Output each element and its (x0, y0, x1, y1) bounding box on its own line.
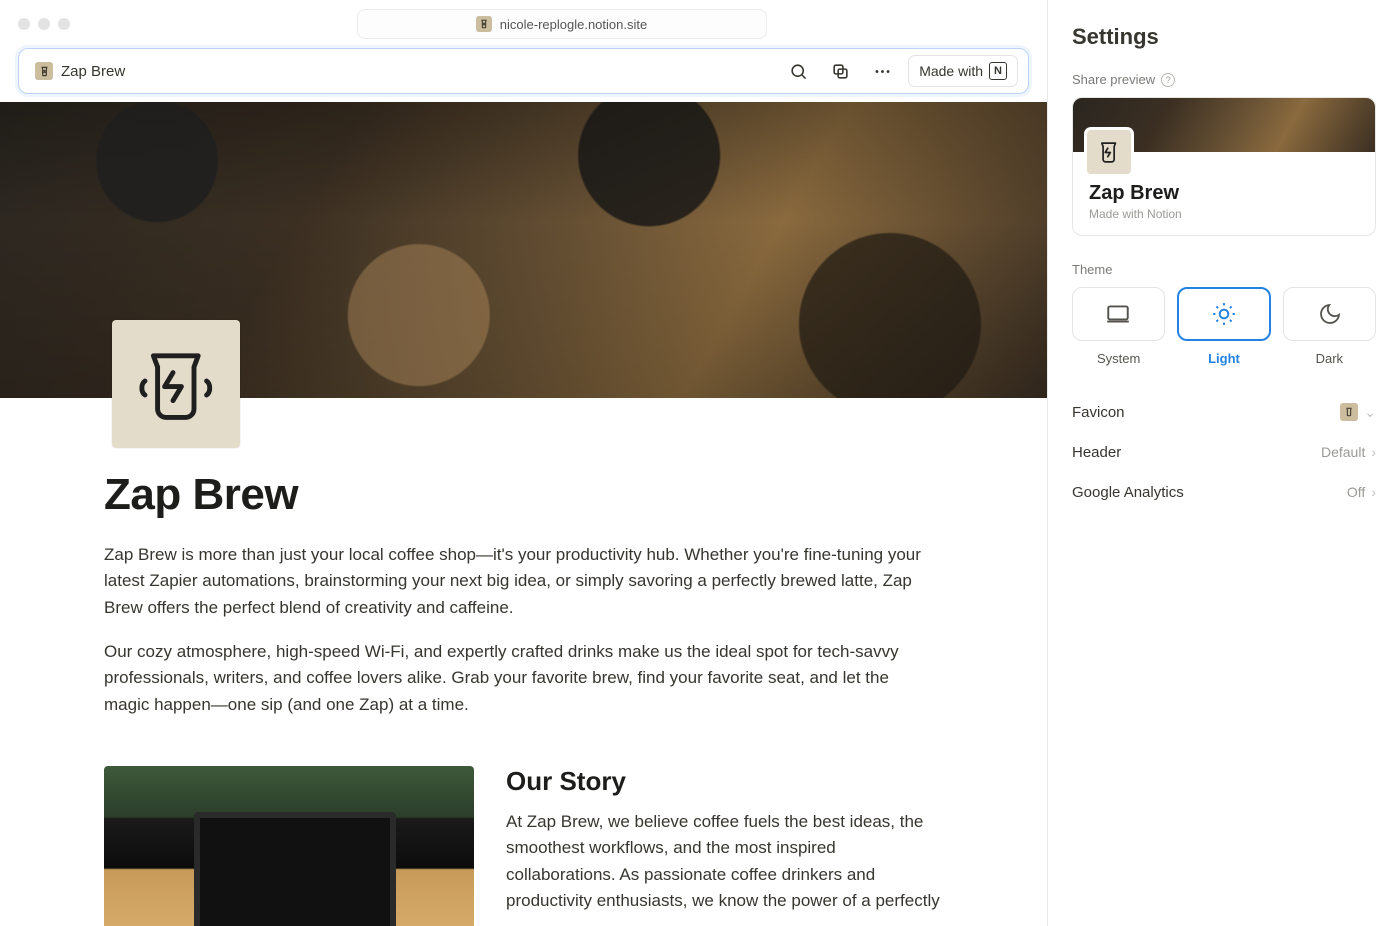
made-with-notion-button[interactable]: Made with N (908, 55, 1018, 87)
chevron-right-icon: › (1371, 444, 1376, 460)
theme-label-dark: Dark (1283, 351, 1376, 366)
preview-subtitle: Made with Notion (1089, 207, 1359, 221)
page-scroll[interactable]: Zap Brew Zap Brew is more than just your… (0, 102, 1047, 926)
more-icon[interactable] (866, 55, 898, 87)
settings-row-label: Header (1072, 444, 1121, 461)
address-bar[interactable]: nicole-replogle.notion.site (357, 9, 767, 39)
page-toolbar: Zap Brew Made with N (18, 48, 1029, 94)
address-text: nicole-replogle.notion.site (500, 17, 647, 32)
story-image (104, 766, 474, 926)
minimize-window-icon[interactable] (38, 18, 50, 30)
search-icon[interactable] (782, 55, 814, 87)
settings-row-google-analytics[interactable]: Google Analytics Off › (1072, 472, 1376, 512)
settings-row-value: Default (1321, 444, 1365, 460)
theme-option-light[interactable] (1177, 287, 1272, 341)
site-favicon-icon (476, 16, 492, 32)
story-heading: Our Story (506, 766, 944, 797)
settings-panel: Settings Share preview ? Zap Brew Made w… (1047, 0, 1400, 926)
share-preview-card[interactable]: Zap Brew Made with Notion (1072, 97, 1376, 236)
chevron-right-icon: › (1371, 484, 1376, 500)
preview-title: Zap Brew (1089, 182, 1359, 205)
made-with-label: Made with (919, 63, 983, 79)
page-icon[interactable] (112, 320, 240, 448)
intro-paragraph-2: Our cozy atmosphere, high-speed Wi-Fi, a… (104, 639, 934, 718)
settings-row-favicon[interactable]: Favicon ⌄ (1072, 392, 1376, 432)
settings-title: Settings (1072, 24, 1376, 50)
breadcrumb-label: Zap Brew (61, 63, 125, 80)
maximize-window-icon[interactable] (58, 18, 70, 30)
settings-row-label: Favicon (1072, 404, 1125, 421)
theme-option-system[interactable] (1072, 287, 1165, 341)
breadcrumb[interactable]: Zap Brew (29, 58, 131, 84)
theme-label: Theme (1072, 262, 1376, 277)
theme-label-system: System (1072, 351, 1165, 366)
preview-page-icon (1087, 130, 1131, 174)
share-preview-label: Share preview ? (1072, 72, 1376, 87)
settings-row-header[interactable]: Header Default › (1072, 432, 1376, 472)
settings-row-value: Off (1347, 484, 1365, 500)
preview-cover-image (1073, 98, 1375, 152)
close-window-icon[interactable] (18, 18, 30, 30)
theme-option-dark[interactable] (1283, 287, 1376, 341)
favicon-preview-icon (1340, 403, 1358, 421)
browser-chrome: nicole-replogle.notion.site (0, 0, 1047, 48)
settings-row-label: Google Analytics (1072, 484, 1184, 501)
window-controls (18, 18, 70, 30)
theme-label-light: Light (1177, 351, 1270, 366)
help-icon[interactable]: ? (1161, 73, 1175, 87)
page-icon-small (35, 62, 53, 80)
story-paragraph: At Zap Brew, we believe coffee fuels the… (506, 809, 944, 914)
duplicate-icon[interactable] (824, 55, 856, 87)
intro-paragraph-1: Zap Brew is more than just your local co… (104, 542, 934, 621)
chevron-down-icon: ⌄ (1364, 404, 1376, 421)
notion-logo-icon: N (989, 62, 1007, 80)
